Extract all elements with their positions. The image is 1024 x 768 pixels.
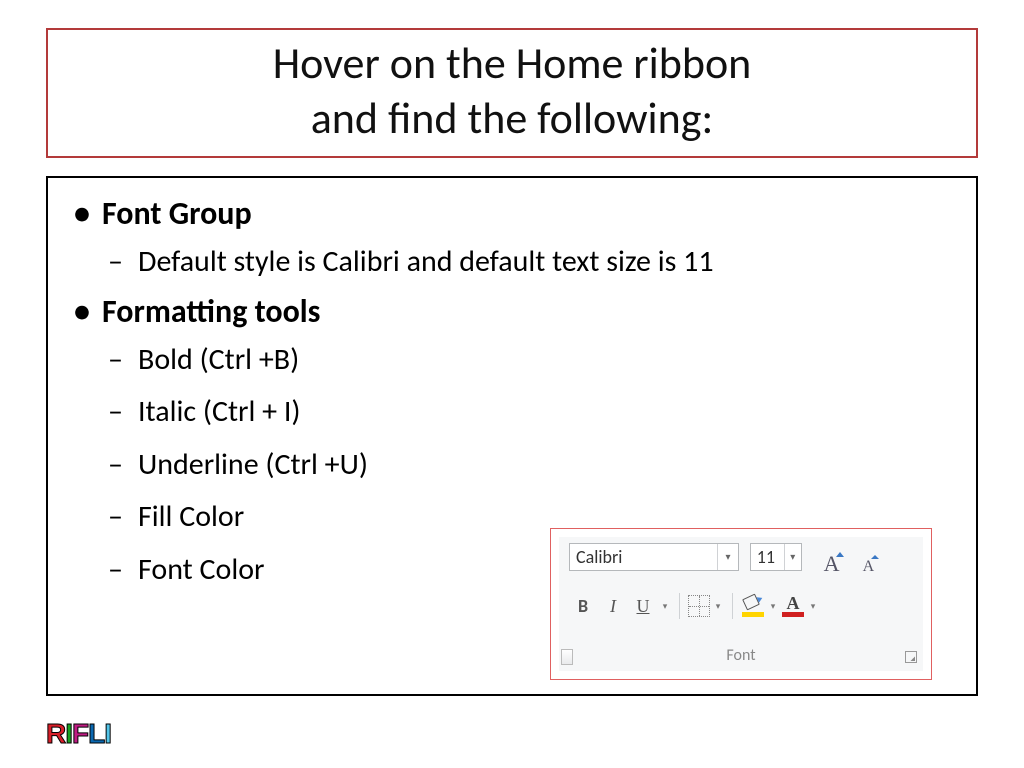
underline-button[interactable]: U: [629, 592, 657, 620]
italic-button[interactable]: I: [599, 592, 627, 620]
bullet-bold: Bold (Ctrl +B): [98, 337, 966, 384]
bullet-italic: Italic (Ctrl + I): [98, 389, 966, 436]
font-name-dropdown[interactable]: Calibri ▾: [569, 543, 739, 571]
chevron-down-icon[interactable]: ▾: [717, 544, 738, 570]
bullet-font-group: Font Group: [68, 194, 966, 233]
grow-shrink-group: A A: [817, 543, 884, 580]
separator-icon: [732, 593, 733, 619]
logo-letter: R: [46, 718, 65, 749]
title-line-2: and find the following:: [48, 91, 976, 146]
rifli-logo: RIFLI: [46, 718, 111, 750]
logo-letter: I: [65, 718, 72, 749]
chevron-down-icon[interactable]: ▾: [767, 601, 779, 612]
fill-color-swatch: [742, 612, 764, 617]
chevron-down-icon[interactable]: ▾: [712, 601, 724, 612]
ribbon-font-group: Calibri ▾ 11 ▾ A A B I U ▾: [550, 528, 932, 680]
title-box: Hover on the Home ribbon and find the fo…: [46, 28, 978, 158]
shrink-font-button[interactable]: A: [853, 551, 883, 579]
grow-font-button[interactable]: A: [817, 550, 847, 578]
font-size-value: 11: [757, 546, 775, 568]
dialog-launcher-icon[interactable]: [905, 651, 917, 663]
title-line-1: Hover on the Home ribbon: [48, 36, 976, 91]
font-name-value: Calibri: [576, 546, 622, 568]
bold-button[interactable]: B: [569, 592, 597, 620]
borders-button[interactable]: [688, 595, 710, 617]
chevron-down-icon[interactable]: ▾: [659, 601, 671, 612]
logo-letter: L: [88, 718, 104, 749]
separator-icon: [679, 593, 680, 619]
ribbon-inner: Calibri ▾ 11 ▾ A A B I U ▾: [559, 537, 923, 671]
ribbon-row-2: B I U ▾ ▾ ▾ A: [569, 589, 917, 623]
fill-color-button[interactable]: [741, 594, 765, 618]
font-color-glyph: A: [787, 593, 800, 613]
slide: Hover on the Home ribbon and find the fo…: [0, 0, 1024, 768]
logo-letter: F: [72, 718, 88, 749]
ribbon-group-label: Font: [559, 646, 923, 665]
chevron-down-icon[interactable]: ▾: [784, 544, 801, 570]
paint-bucket-icon: [742, 594, 760, 611]
ribbon-row-1: Calibri ▾ 11 ▾ A A: [569, 543, 917, 577]
bullet-formatting-tools: Formatting tools: [68, 292, 966, 331]
content-box: Font Group Default style is Calibri and …: [46, 176, 978, 696]
logo-letter: I: [104, 718, 111, 749]
font-size-dropdown[interactable]: 11 ▾: [750, 543, 802, 571]
chevron-down-icon[interactable]: ▾: [807, 601, 819, 612]
bullet-underline: Underline (Ctrl +U): [98, 442, 966, 489]
bullet-font-group-detail: Default style is Calibri and default tex…: [98, 239, 966, 286]
font-color-swatch: [782, 612, 804, 617]
font-color-button[interactable]: A: [781, 594, 805, 618]
